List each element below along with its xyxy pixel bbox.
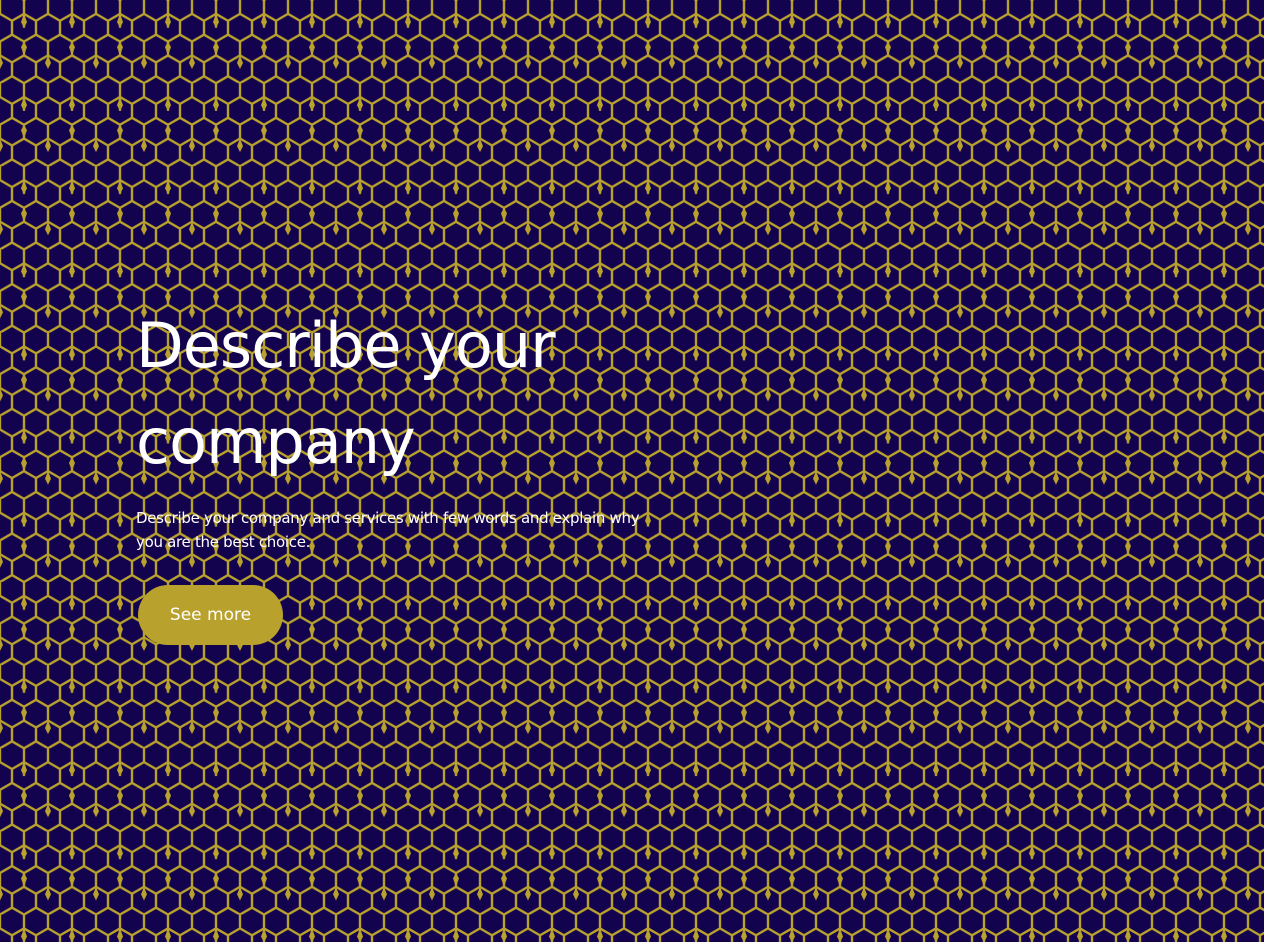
- see-more-button[interactable]: See more: [138, 585, 283, 645]
- hero-content: Describe your company Describe your comp…: [136, 298, 676, 645]
- hero-section: Describe your company Describe your comp…: [0, 0, 1264, 942]
- hero-description: Describe your company and services with …: [136, 509, 640, 551]
- hero-headline: Describe your company: [136, 298, 676, 490]
- hero-headline-line-1: Describe your: [136, 309, 556, 382]
- hero-headline-line-2: company: [136, 405, 416, 478]
